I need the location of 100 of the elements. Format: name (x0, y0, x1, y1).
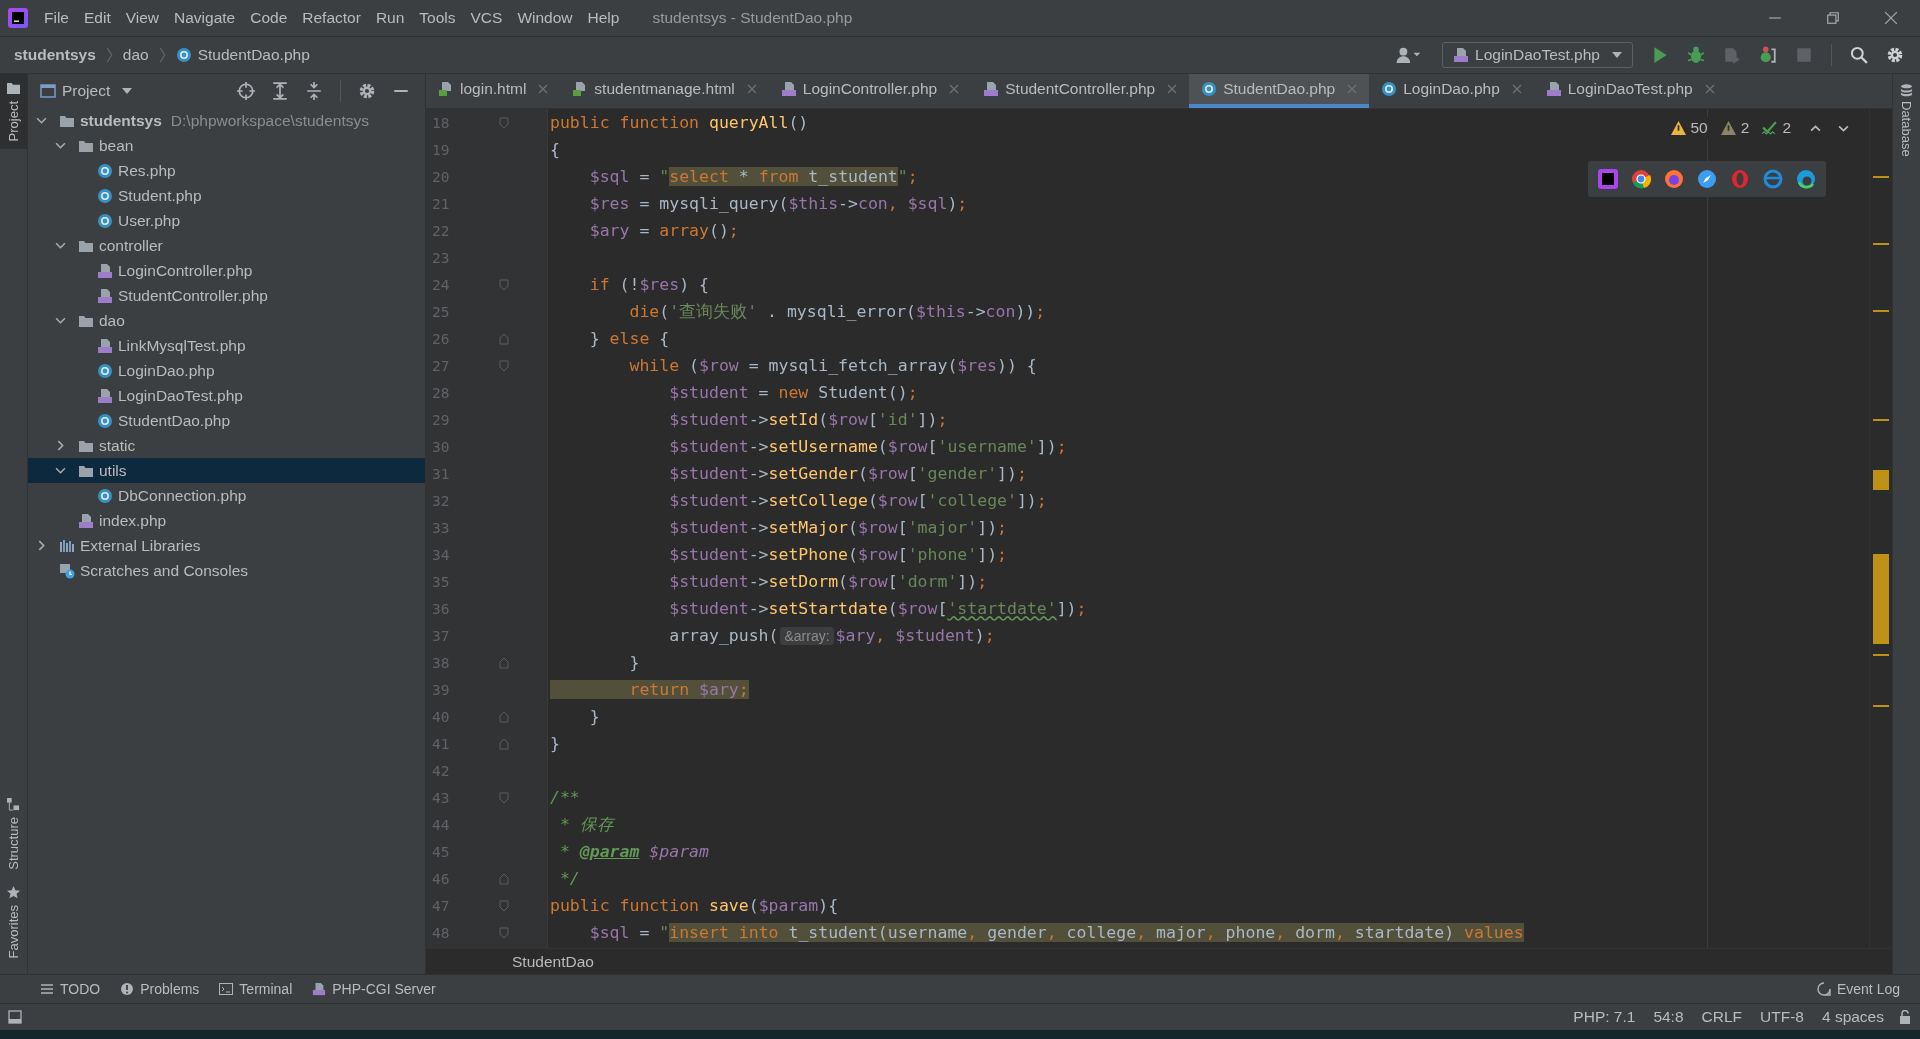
chevron-right-icon[interactable] (36, 540, 47, 551)
editor-breadcrumb[interactable]: StudentDao (512, 952, 594, 971)
tool-window-tab[interactable]: Project (0, 74, 27, 150)
status-item[interactable]: CRLF (1701, 1008, 1743, 1026)
menu-item[interactable]: Code (250, 9, 288, 27)
compass-icon[interactable] (1697, 169, 1717, 189)
tree-item[interactable]: LoginController.php (28, 258, 425, 283)
tree-item[interactable]: StudentDao.php (28, 408, 425, 433)
run-configuration-dropdown[interactable]: LoginDaoTest.php (1442, 42, 1633, 68)
warning-marker[interactable] (1873, 176, 1889, 179)
tree-item[interactable]: Scratches and Consoles (28, 558, 425, 583)
collapse-all-icon[interactable] (305, 82, 323, 100)
fold-marker-icon[interactable] (499, 332, 509, 345)
fold-marker-icon[interactable] (499, 899, 509, 912)
menu-item[interactable]: Navigate (174, 9, 236, 27)
fold-marker-icon[interactable] (499, 656, 509, 669)
warning-marker[interactable] (1873, 243, 1889, 246)
breadcrumb[interactable]: dao (122, 46, 149, 64)
warning-marker[interactable] (1873, 654, 1889, 657)
menu-item[interactable]: Tools (419, 9, 456, 27)
search-icon[interactable] (1850, 46, 1868, 64)
tree-item[interactable]: dao (28, 308, 425, 333)
lock-icon[interactable] (1898, 1010, 1912, 1024)
warning-icon[interactable] (1670, 121, 1686, 135)
menu-item[interactable]: Help (587, 9, 620, 27)
chevron-down-icon[interactable] (1838, 124, 1849, 132)
run-icon[interactable] (1651, 46, 1669, 64)
tool-window-button[interactable]: PHP-CGI Server (312, 981, 436, 997)
breadcrumb[interactable]: studentsys (14, 46, 96, 64)
restore-icon[interactable] (1826, 11, 1840, 25)
fold-marker-icon[interactable] (499, 737, 509, 750)
chevron-down-icon[interactable] (55, 465, 66, 476)
warning-marker[interactable] (1873, 419, 1889, 422)
tool-window-button[interactable]: Problems (120, 981, 200, 997)
fold-marker-icon[interactable] (499, 710, 509, 723)
tree-item[interactable]: studentsys D:\phpworkspace\studentsys (28, 108, 425, 133)
chevron-down-icon[interactable] (55, 140, 66, 151)
breadcrumb[interactable]: StudentDao.php (197, 46, 310, 64)
tree-item[interactable]: DbConnection.php (28, 483, 425, 508)
tool-window-tab[interactable]: Structure (0, 789, 27, 878)
tool-window-button[interactable]: TODO (40, 981, 101, 997)
settings-icon[interactable] (358, 82, 376, 100)
warning-marker[interactable] (1873, 469, 1889, 490)
editor-tab[interactable]: StudentDao.php (1189, 74, 1370, 108)
tool-window-button[interactable]: Terminal (219, 981, 293, 997)
menu-item[interactable]: Window (517, 9, 573, 27)
layout-icon[interactable] (8, 1010, 22, 1024)
chevron-down-icon[interactable] (36, 115, 47, 126)
editor-tab[interactable]: login.html (426, 74, 561, 108)
fold-marker-icon[interactable] (499, 278, 509, 291)
status-item[interactable]: 54:8 (1653, 1008, 1684, 1026)
fold-marker-icon[interactable] (499, 791, 509, 804)
tool-window-tab[interactable]: Database (1893, 74, 1920, 167)
tree-item[interactable]: LoginDao.php (28, 358, 425, 383)
check-icon[interactable] (1762, 121, 1778, 135)
tree-item[interactable]: static (28, 433, 425, 458)
warning-icon[interactable] (1720, 121, 1736, 135)
panel-title[interactable]: Project (62, 82, 111, 100)
fold-marker-icon[interactable] (499, 359, 509, 372)
bug-icon[interactable] (1687, 46, 1705, 64)
warning-marker[interactable] (1873, 704, 1889, 707)
editor-tab[interactable]: LoginDao.php (1369, 74, 1534, 108)
chevron-right-icon[interactable] (55, 440, 66, 451)
editor-tab[interactable]: studentmanage.html (560, 74, 769, 108)
menu-item[interactable]: VCS (470, 9, 503, 27)
browser-icon[interactable] (1631, 169, 1651, 189)
fold-marker-icon[interactable] (499, 872, 509, 885)
menu-item[interactable]: Run (375, 9, 405, 27)
tree-item[interactable]: User.php (28, 208, 425, 233)
menu-item[interactable]: Refactor (302, 9, 361, 27)
menu-item[interactable]: File (44, 9, 69, 27)
fold-marker-icon[interactable] (499, 116, 509, 129)
editor-tab[interactable]: StudentController.php (971, 74, 1190, 108)
editor-tab[interactable]: LoginController.php (768, 74, 972, 108)
locate-icon[interactable] (237, 82, 255, 100)
menu-item[interactable]: Edit (84, 9, 111, 27)
tree-item[interactable]: controller (28, 233, 425, 258)
warning-marker[interactable] (1873, 310, 1889, 313)
event-log-button[interactable]: Event Log (1816, 981, 1900, 997)
tree-item[interactable]: LoginDaoTest.php (28, 383, 425, 408)
menu-item[interactable]: View (125, 9, 160, 27)
app-logo-icon[interactable] (1598, 169, 1618, 189)
editor-tab[interactable]: LoginDaoTest.php (1533, 74, 1727, 108)
chevron-up-icon[interactable] (1810, 124, 1821, 132)
warning-marker[interactable] (1873, 553, 1889, 644)
browser-icon[interactable] (1664, 169, 1684, 189)
chevron-down-icon[interactable] (55, 315, 66, 326)
tree-item[interactable]: Res.php (28, 158, 425, 183)
settings-icon[interactable] (1886, 46, 1904, 64)
fold-marker-icon[interactable] (499, 926, 509, 939)
chevron-down-icon[interactable] (55, 240, 66, 251)
tree-item[interactable]: Student.php (28, 183, 425, 208)
tree-item[interactable]: index.php (28, 508, 425, 533)
caret-icon[interactable] (122, 88, 133, 94)
tree-item[interactable]: StudentController.php (28, 283, 425, 308)
tree-item[interactable]: External Libraries (28, 533, 425, 558)
status-item[interactable]: UTF-8 (1760, 1008, 1804, 1026)
tree-item[interactable]: utils (28, 458, 425, 483)
status-item[interactable]: PHP: 7.1 (1573, 1008, 1636, 1026)
tool-window-tab[interactable]: Favorites (0, 877, 27, 966)
